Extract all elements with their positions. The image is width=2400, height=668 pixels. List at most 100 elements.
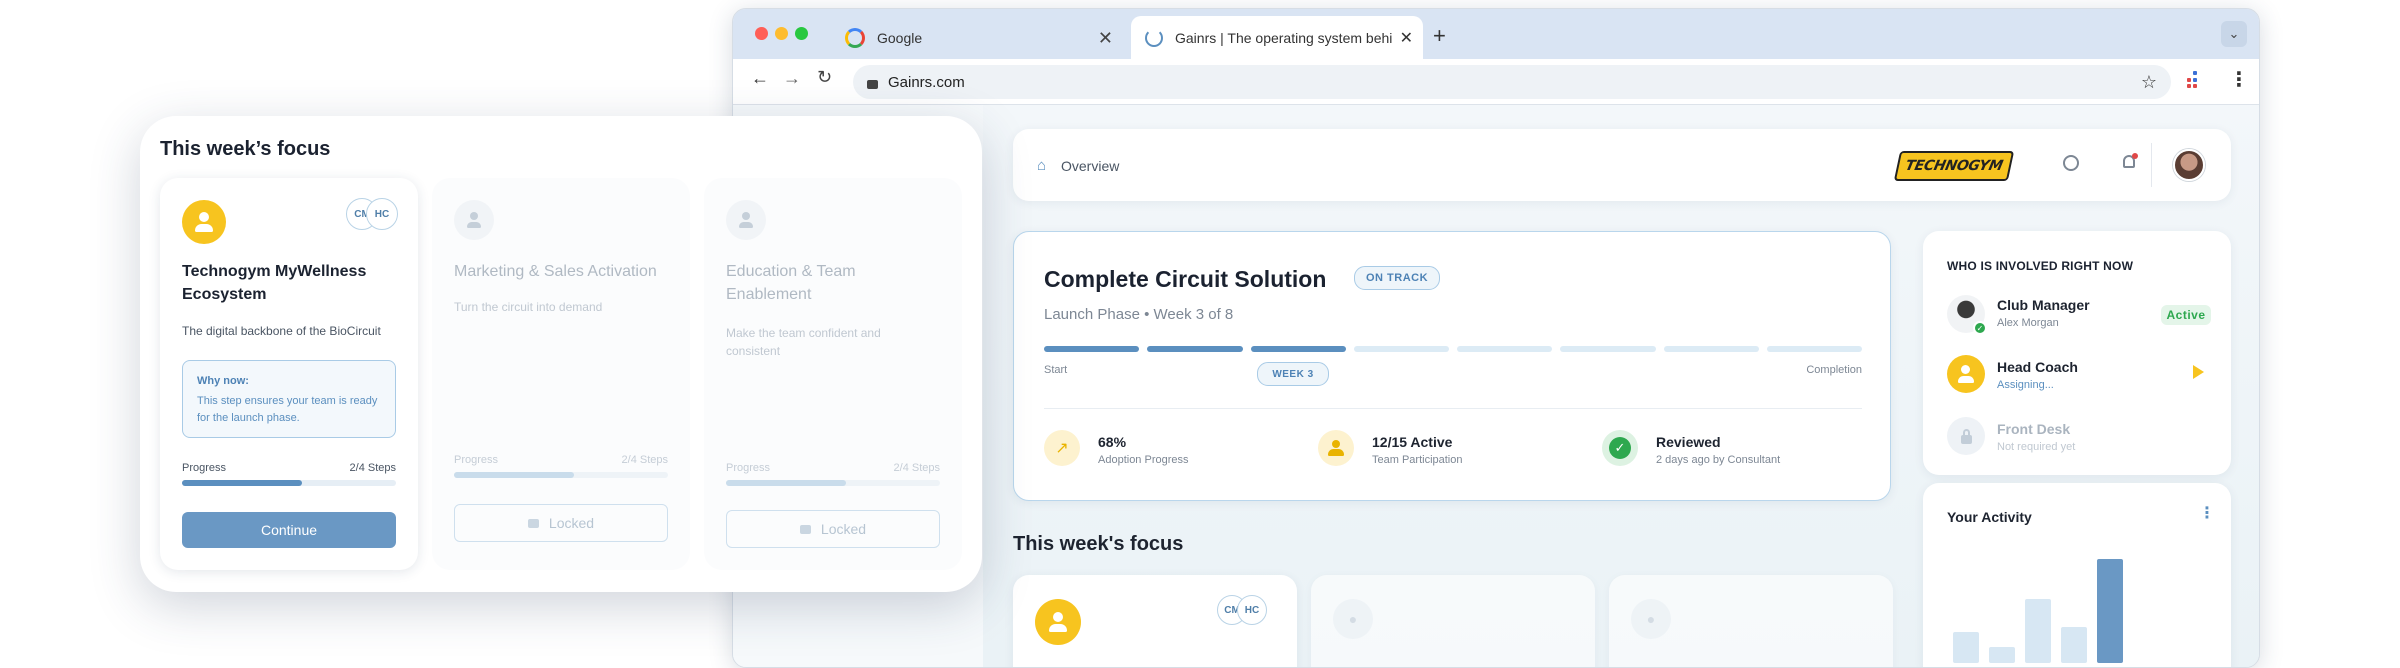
- address-bar: ← → ↻ Gainrs.com ☆ ⋮: [733, 59, 2259, 105]
- timeline-segment: [1353, 346, 1449, 352]
- timeline-segment: [1457, 346, 1553, 352]
- progress-bar: [454, 472, 668, 478]
- lock-icon: [799, 524, 811, 534]
- timeline-segment: [1766, 346, 1862, 352]
- focus-card-mywellness[interactable]: CM HC Technogym MyWellness Ecosystem The…: [160, 178, 418, 570]
- home-icon[interactable]: ⌂: [1037, 157, 1046, 174]
- play-icon[interactable]: [2193, 365, 2204, 379]
- url-field[interactable]: Gainrs.com ☆: [853, 65, 2171, 99]
- focus-card[interactable]: ●: [1609, 575, 1893, 667]
- activity-bar: [2097, 559, 2123, 663]
- forward-icon[interactable]: →: [783, 68, 801, 89]
- progress-label: Progress: [454, 454, 499, 466]
- google-icon: [845, 28, 865, 48]
- activity-bar: [1953, 632, 1979, 663]
- more-options-icon[interactable]: ⋮: [2199, 503, 2215, 523]
- search-icon[interactable]: [2063, 155, 2079, 171]
- app-header: ⌂ Overview TECHNOGYM: [1013, 129, 2231, 201]
- stat-value: 68%: [1098, 434, 1127, 450]
- why-now-title: Why now:: [197, 375, 249, 387]
- browser-menu-icon[interactable]: ⋮: [2229, 67, 2249, 92]
- project-title: Complete Circuit Solution: [1044, 266, 1327, 292]
- activity-chart: [1953, 559, 2133, 663]
- progress-label: Progress: [726, 462, 771, 474]
- team-icon: [182, 200, 226, 244]
- user-avatar[interactable]: [2173, 149, 2205, 181]
- person-detail: Assigning...: [1997, 379, 2054, 391]
- overlay-title: This week’s focus: [160, 138, 331, 160]
- activity-title: Your Activity: [1947, 509, 2032, 525]
- close-window-button[interactable]: [755, 27, 768, 40]
- locked-button: Locked: [454, 504, 668, 542]
- team-icon: ●: [1631, 599, 1671, 639]
- avatar-hc: HC: [366, 198, 398, 230]
- maximize-window-button[interactable]: [795, 27, 808, 40]
- tab-google[interactable]: Google ✕: [831, 16, 1121, 60]
- progress-bar: [182, 480, 396, 486]
- club-manager-avatar: ✓: [1947, 295, 1987, 335]
- lock-icon: [1947, 417, 1985, 455]
- tab-title: Google: [877, 30, 923, 46]
- divider: [2151, 143, 2152, 187]
- minimize-window-button[interactable]: [775, 27, 788, 40]
- person-role: Club Manager: [1997, 297, 2090, 313]
- lock-icon: [527, 518, 539, 528]
- person-role: Head Coach: [1997, 359, 2078, 375]
- focus-card[interactable]: ●: [1311, 575, 1595, 667]
- stat-label: Team Participation: [1372, 454, 1463, 466]
- extension-icon[interactable]: [2185, 71, 2203, 89]
- technogym-logo: TECHNOGYM: [1893, 151, 2015, 181]
- activity-bar: [1989, 647, 2015, 663]
- team-icon: ●: [1333, 599, 1373, 639]
- breadcrumb[interactable]: Overview: [1061, 158, 1119, 174]
- new-tab-icon[interactable]: +: [1433, 23, 1446, 49]
- back-icon[interactable]: ←: [751, 68, 769, 89]
- tab-gainrs[interactable]: Gainrs | The operating system behi ✕: [1131, 16, 1423, 60]
- notification-bell-icon[interactable]: [2121, 153, 2138, 171]
- involved-title: WHO IS INVOLVED RIGHT NOW: [1947, 259, 2134, 273]
- activity-bar: [2025, 599, 2051, 663]
- focus-card-marketing[interactable]: Marketing & Sales Activation Turn the ci…: [432, 178, 690, 570]
- tab-search-icon[interactable]: ⌄: [2221, 21, 2247, 47]
- timeline-end-label: Completion: [1806, 364, 1862, 376]
- project-card: Complete Circuit Solution ON TRACK Launc…: [1013, 231, 1891, 501]
- stat-label: 2 days ago by Consultant: [1656, 454, 1781, 466]
- locked-label: Locked: [548, 515, 595, 531]
- activity-bar: [2061, 627, 2087, 663]
- team-icon: [1318, 430, 1354, 466]
- reload-icon[interactable]: ↻: [817, 67, 832, 88]
- focus-section-title: This week's focus: [1013, 533, 1184, 555]
- timeline-segment: [1250, 346, 1346, 352]
- card-desc: The digital backbone of the BioCircuit: [182, 324, 381, 338]
- timeline-segment: [1663, 346, 1759, 352]
- timeline-segment: [1044, 346, 1140, 352]
- tab-title: Gainrs | The operating system behi: [1175, 30, 1393, 46]
- progress-fill: [726, 480, 846, 486]
- locked-button: Locked: [726, 510, 940, 548]
- stat-label: Adoption Progress: [1098, 454, 1189, 466]
- project-subtitle: Launch Phase • Week 3 of 8: [1044, 306, 1234, 323]
- timeline-start-label: Start: [1044, 364, 1068, 376]
- steps-label: 2/4 Steps: [893, 462, 940, 474]
- focus-card[interactable]: CM HC: [1013, 575, 1297, 667]
- focus-card-education[interactable]: Education & Team Enablement Make the tea…: [704, 178, 962, 570]
- lock-icon: [867, 79, 878, 89]
- continue-button[interactable]: Continue: [182, 512, 396, 548]
- loading-icon: [1145, 29, 1163, 47]
- close-tab-icon[interactable]: ✕: [1098, 28, 1113, 49]
- current-week-badge: WEEK 3: [1257, 362, 1329, 386]
- team-icon: [454, 200, 494, 240]
- team-icon: [1035, 599, 1081, 645]
- why-now-box: Why now: This step ensures your team is …: [182, 360, 396, 438]
- progress-label: Progress: [182, 462, 227, 474]
- why-now-text: This step ensures your team is ready for…: [197, 395, 378, 424]
- avatar-hc: HC: [1237, 595, 1267, 625]
- progress-bar: [726, 480, 940, 486]
- steps-label: 2/4 Steps: [621, 454, 668, 466]
- card-title: Marketing & Sales Activation: [454, 263, 657, 280]
- close-tab-icon[interactable]: ✕: [1400, 28, 1413, 48]
- bookmark-star-icon[interactable]: ☆: [2141, 72, 2157, 93]
- active-badge: Active: [2161, 305, 2211, 325]
- url-text: Gainrs.com: [888, 73, 965, 91]
- status-badge: ON TRACK: [1354, 266, 1440, 290]
